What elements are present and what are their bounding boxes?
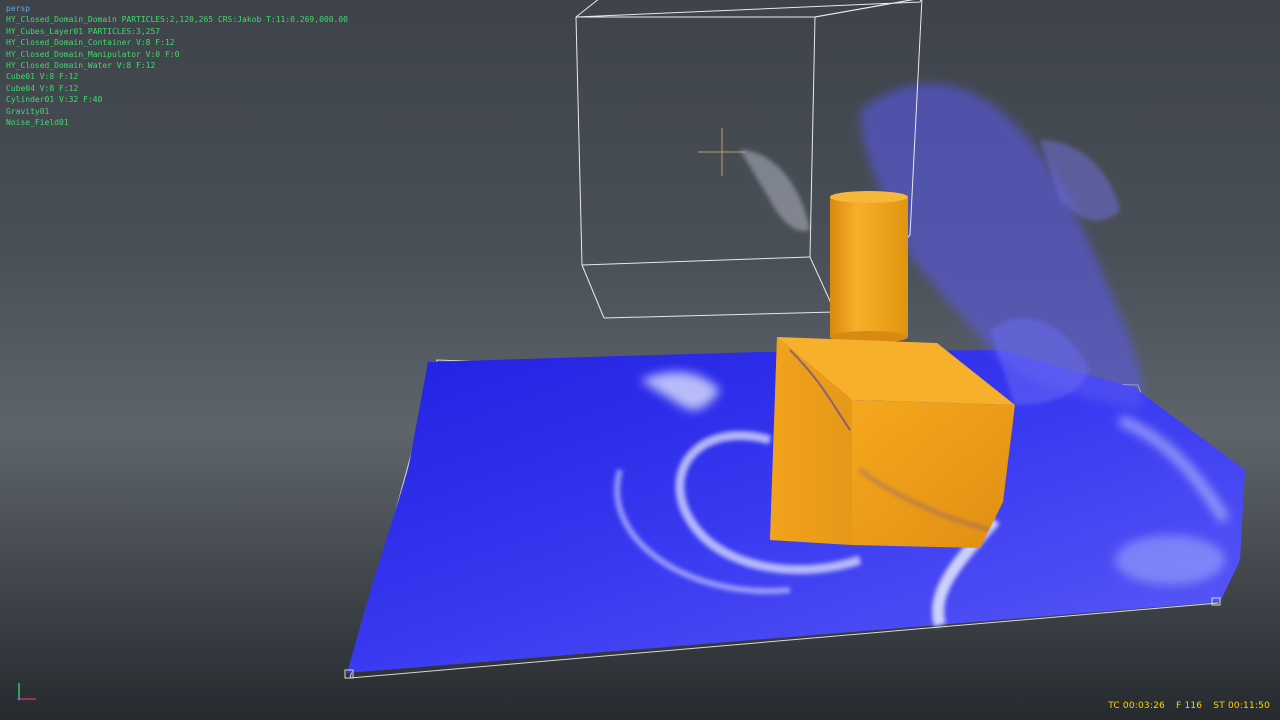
timecode-st: ST 00:11:50 bbox=[1213, 701, 1270, 711]
hud-line: HY_Closed_Domain_Container V:8 F:12 bbox=[6, 38, 175, 48]
crosshair-icon bbox=[698, 128, 746, 176]
hud-line: HY_Cubes_Layer01 PARTICLES:3,257 bbox=[6, 26, 161, 36]
timecode-frame: F 116 bbox=[1176, 701, 1203, 711]
camera-label: persp bbox=[6, 4, 31, 13]
hud-line: HY_Closed_Domain_Domain PARTICLES:2,120,… bbox=[6, 15, 348, 25]
hud-line: Cube01 V:8 F:12 bbox=[6, 72, 79, 82]
outliner-hud: persp HY_Closed_Domain_Domain PARTICLES:… bbox=[6, 3, 348, 128]
timecode-tc: TC 00:03:26 bbox=[1108, 701, 1165, 711]
hud-line: Gravity01 bbox=[6, 106, 50, 116]
hud-line: HY_Closed_Domain_Water V:8 F:12 bbox=[6, 61, 156, 71]
timecode-readout: TC 00:03:26 F 116 ST 00:11:50 bbox=[1100, 701, 1270, 711]
hud-line: Noise_Field01 bbox=[6, 118, 69, 128]
axis-gizmo-icon bbox=[17, 683, 36, 701]
hud-line: HY_Closed_Domain_Manipulator V:0 F:0 bbox=[6, 49, 180, 59]
hud-line: Cube04 V:8 F:12 bbox=[6, 83, 79, 93]
3d-viewport[interactable]: persp HY_Closed_Domain_Domain PARTICLES:… bbox=[0, 0, 1280, 720]
cylinder-object bbox=[830, 191, 908, 343]
hud-line: Cylinder01 V:32 F:40 bbox=[6, 95, 103, 105]
